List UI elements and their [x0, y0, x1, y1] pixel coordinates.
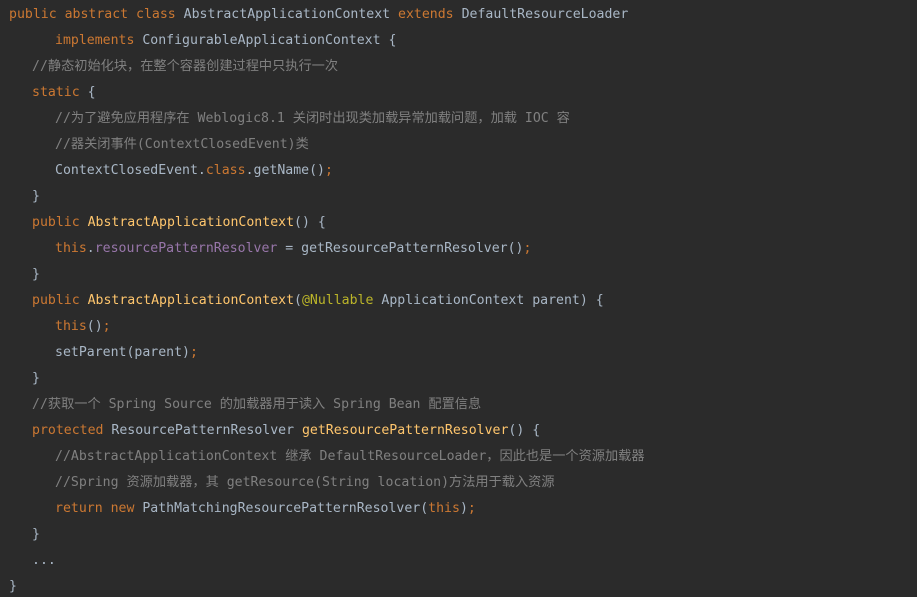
code-line-5: //为了避免应用程序在 Weblogic8.1 关闭时出现类加载异常加载问题，加… — [0, 108, 917, 134]
keyword: public abstract class — [9, 7, 184, 22]
code-line-13: this(); — [0, 316, 917, 342]
method-name: AbstractApplicationContext — [87, 293, 295, 308]
class-name: AbstractApplicationContext — [183, 7, 399, 22]
code-comment: //获取一个 Spring Source 的加载器用于读入 Spring Bea… — [32, 397, 482, 412]
code-text: } — [32, 527, 40, 542]
code-line-16: //获取一个 Spring Source 的加载器用于读入 Spring Bea… — [0, 394, 917, 420]
code-comment: //AbstractApplicationContext 继承 DefaultR… — [55, 449, 645, 464]
code-text: } — [32, 189, 40, 204]
code-text: . — [86, 241, 95, 256]
keyword: public — [32, 293, 88, 308]
semicolon: ; — [523, 241, 532, 256]
code-line-21: } — [0, 524, 917, 550]
code-comment: //静态初始化块，在整个容器创建过程中只执行一次 — [32, 59, 339, 74]
keyword: this — [55, 241, 87, 256]
code-line-2: implements ConfigurableApplicationContex… — [0, 30, 917, 56]
code-text: ApplicationContext parent) { — [381, 293, 604, 308]
code-editor-panel: public abstract class AbstractApplicatio… — [0, 0, 917, 597]
semicolon: ; — [467, 501, 476, 516]
code-line-12: public AbstractApplicationContext(@Nulla… — [0, 290, 917, 316]
code-text: () { — [508, 423, 541, 438]
keyword: return — [55, 501, 111, 516]
code-line-6: //器关闭事件(ContextClosedEvent)类 — [0, 134, 917, 160]
code-line-8: } — [0, 186, 917, 212]
code-line-22: ... — [0, 550, 917, 576]
field-name: resourcePatternResolver — [94, 241, 278, 256]
code-line-10: this.resourcePatternResolver = getResour… — [0, 238, 917, 264]
keyword: public — [32, 215, 88, 230]
code-line-23: } — [0, 576, 917, 597]
semicolon: ; — [324, 163, 333, 178]
code-ellipsis: ... — [32, 553, 56, 568]
code-line-15: } — [0, 368, 917, 394]
code-line-4: static { — [0, 82, 917, 108]
code-text: () — [86, 319, 103, 334]
code-line-1: public abstract class AbstractApplicatio… — [0, 4, 917, 30]
code-comment: //Spring 资源加载器，其 getResource(String loca… — [55, 475, 555, 490]
code-text: { — [87, 85, 96, 100]
code-text: } — [32, 371, 40, 386]
code-comment: //器关闭事件(ContextClosedEvent)类 — [55, 137, 309, 152]
code-line-11: } — [0, 264, 917, 290]
type-name: ResourcePatternResolver — [111, 423, 302, 438]
code-line-20: return new PathMatchingResourcePatternRe… — [0, 498, 917, 524]
code-text: .getName() — [245, 163, 325, 178]
code-text: () { — [294, 215, 326, 230]
method-name: AbstractApplicationContext — [87, 215, 295, 230]
code-line-19: //Spring 资源加载器，其 getResource(String loca… — [0, 472, 917, 498]
code-text: ) — [459, 501, 468, 516]
keyword: this — [55, 319, 87, 334]
annotation: @Nullable — [301, 293, 382, 308]
code-line-14: setParent(parent); — [0, 342, 917, 368]
keyword: extends — [398, 7, 462, 22]
code-text: setParent(parent) — [55, 345, 190, 360]
code-text: ContextClosedEvent. — [55, 163, 206, 178]
code-line-9: public AbstractApplicationContext() { — [0, 212, 917, 238]
semicolon: ; — [102, 319, 111, 334]
code-line-17: protected ResourcePatternResolver getRes… — [0, 420, 917, 446]
code-text: ConfigurableApplicationContext { — [142, 33, 397, 48]
method-name: getResourcePatternResolver — [301, 423, 509, 438]
semicolon: ; — [189, 345, 198, 360]
keyword: this — [428, 501, 460, 516]
keyword: new — [110, 501, 143, 516]
keyword: static — [32, 85, 88, 100]
code-text: PathMatchingResourcePatternResolver( — [142, 501, 429, 516]
keyword: protected — [32, 423, 112, 438]
code-line-18: //AbstractApplicationContext 继承 DefaultR… — [0, 446, 917, 472]
code-text: } — [9, 579, 17, 594]
code-text: = getResourcePatternResolver() — [277, 241, 524, 256]
code-text: ( — [294, 293, 302, 308]
parent-class-name: DefaultResourceLoader — [461, 7, 629, 22]
code-line-3: //静态初始化块，在整个容器创建过程中只执行一次 — [0, 56, 917, 82]
keyword: implements — [55, 33, 143, 48]
code-text: } — [32, 267, 40, 282]
code-line-7: ContextClosedEvent.class.getName(); — [0, 160, 917, 186]
code-comment: //为了避免应用程序在 Weblogic8.1 关闭时出现类加载异常加载问题，加… — [55, 111, 570, 126]
keyword: class — [205, 163, 246, 178]
